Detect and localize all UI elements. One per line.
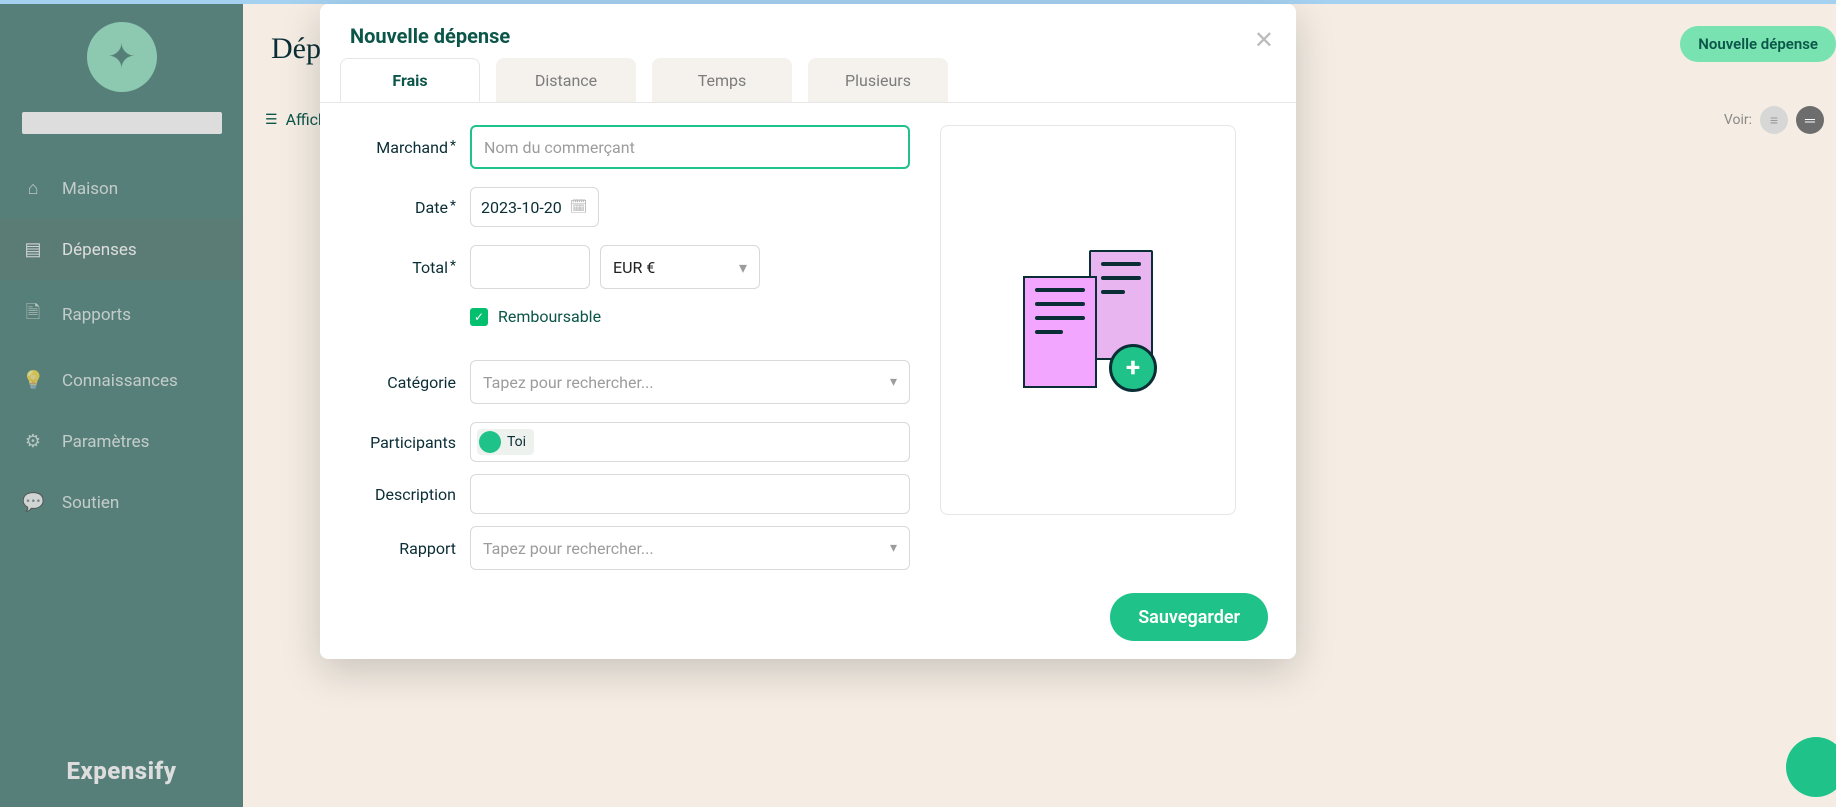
total-label: Total: [330, 258, 470, 277]
tab-label: Temps: [698, 71, 747, 90]
row-description: Description: [330, 474, 910, 514]
modal-header: Nouvelle dépense: [320, 4, 1296, 58]
report-label: Rapport: [330, 539, 470, 558]
date-input[interactable]: 2023-10-20 🗓: [470, 187, 599, 227]
receipt-column: +: [940, 125, 1266, 588]
row-merchant: Marchand: [330, 125, 910, 169]
save-button[interactable]: Sauvegarder: [1110, 593, 1268, 641]
tab-label: Plusieurs: [845, 71, 911, 90]
amount-wrap: EUR € ▾: [470, 245, 760, 289]
row-participants: Participants Toi: [330, 422, 910, 462]
reimbursable-label: Remboursable: [498, 307, 601, 326]
chevron-down-icon: ▾: [890, 374, 897, 390]
total-input[interactable]: [470, 245, 590, 289]
currency-value: EUR €: [613, 258, 655, 277]
add-receipt-icon: +: [1109, 344, 1157, 392]
new-expense-modal: Nouvelle dépense ✕ Frais Distance Temps …: [320, 4, 1296, 659]
row-category: Catégorie Tapez pour rechercher... ▾: [330, 360, 910, 404]
row-reimbursable[interactable]: ✓ Remboursable: [470, 307, 910, 326]
receipt-back-icon: [1089, 250, 1153, 360]
report-placeholder: Tapez pour rechercher...: [483, 539, 654, 558]
calendar-icon: 🗓: [570, 199, 588, 215]
row-total: Total EUR € ▾: [330, 245, 910, 289]
description-label: Description: [330, 485, 470, 504]
modal-tabs: Frais Distance Temps Plusieurs: [320, 58, 1296, 102]
description-input[interactable]: [470, 474, 910, 514]
tab-label: Distance: [535, 71, 597, 90]
modal-close-button[interactable]: ✕: [1254, 26, 1274, 54]
date-label: Date: [330, 198, 470, 217]
check-icon: ✓: [474, 310, 484, 324]
date-value: 2023-10-20: [481, 198, 562, 217]
chevron-down-icon: ▾: [890, 540, 897, 556]
category-select[interactable]: Tapez pour rechercher... ▾: [470, 360, 910, 404]
save-label: Sauvegarder: [1138, 607, 1240, 628]
tab-distance[interactable]: Distance: [496, 58, 636, 102]
close-icon: ✕: [1254, 26, 1274, 54]
receipt-front-icon: [1023, 276, 1097, 388]
participants-label: Participants: [330, 433, 470, 452]
category-label: Catégorie: [330, 373, 470, 392]
receipt-illustration: +: [1023, 250, 1153, 390]
row-report: Rapport Tapez pour rechercher... ▾: [330, 526, 910, 570]
participant-name: Toi: [507, 434, 526, 450]
merchant-label: Marchand: [330, 138, 470, 157]
modal-body: Marchand Date 2023-10-20 🗓 Total EUR € ▾: [320, 103, 1296, 588]
report-select[interactable]: Tapez pour rechercher... ▾: [470, 526, 910, 570]
avatar: [479, 431, 501, 453]
participants-input[interactable]: Toi: [470, 422, 910, 462]
modal-footer: Sauvegarder: [1110, 593, 1268, 641]
tab-plusieurs[interactable]: Plusieurs: [808, 58, 948, 102]
currency-select[interactable]: EUR € ▾: [600, 245, 760, 289]
reimbursable-checkbox[interactable]: ✓: [470, 308, 488, 326]
chevron-down-icon: ▾: [739, 258, 747, 277]
modal-title: Nouvelle dépense: [350, 24, 1266, 48]
tab-temps[interactable]: Temps: [652, 58, 792, 102]
row-date: Date 2023-10-20 🗓: [330, 187, 910, 227]
tab-label: Frais: [392, 71, 427, 90]
tab-frais[interactable]: Frais: [340, 58, 480, 102]
category-placeholder: Tapez pour rechercher...: [483, 373, 654, 392]
participant-chip[interactable]: Toi: [477, 429, 534, 455]
receipt-dropzone[interactable]: +: [940, 125, 1236, 515]
merchant-input[interactable]: [470, 125, 910, 169]
form-column: Marchand Date 2023-10-20 🗓 Total EUR € ▾: [330, 125, 910, 588]
